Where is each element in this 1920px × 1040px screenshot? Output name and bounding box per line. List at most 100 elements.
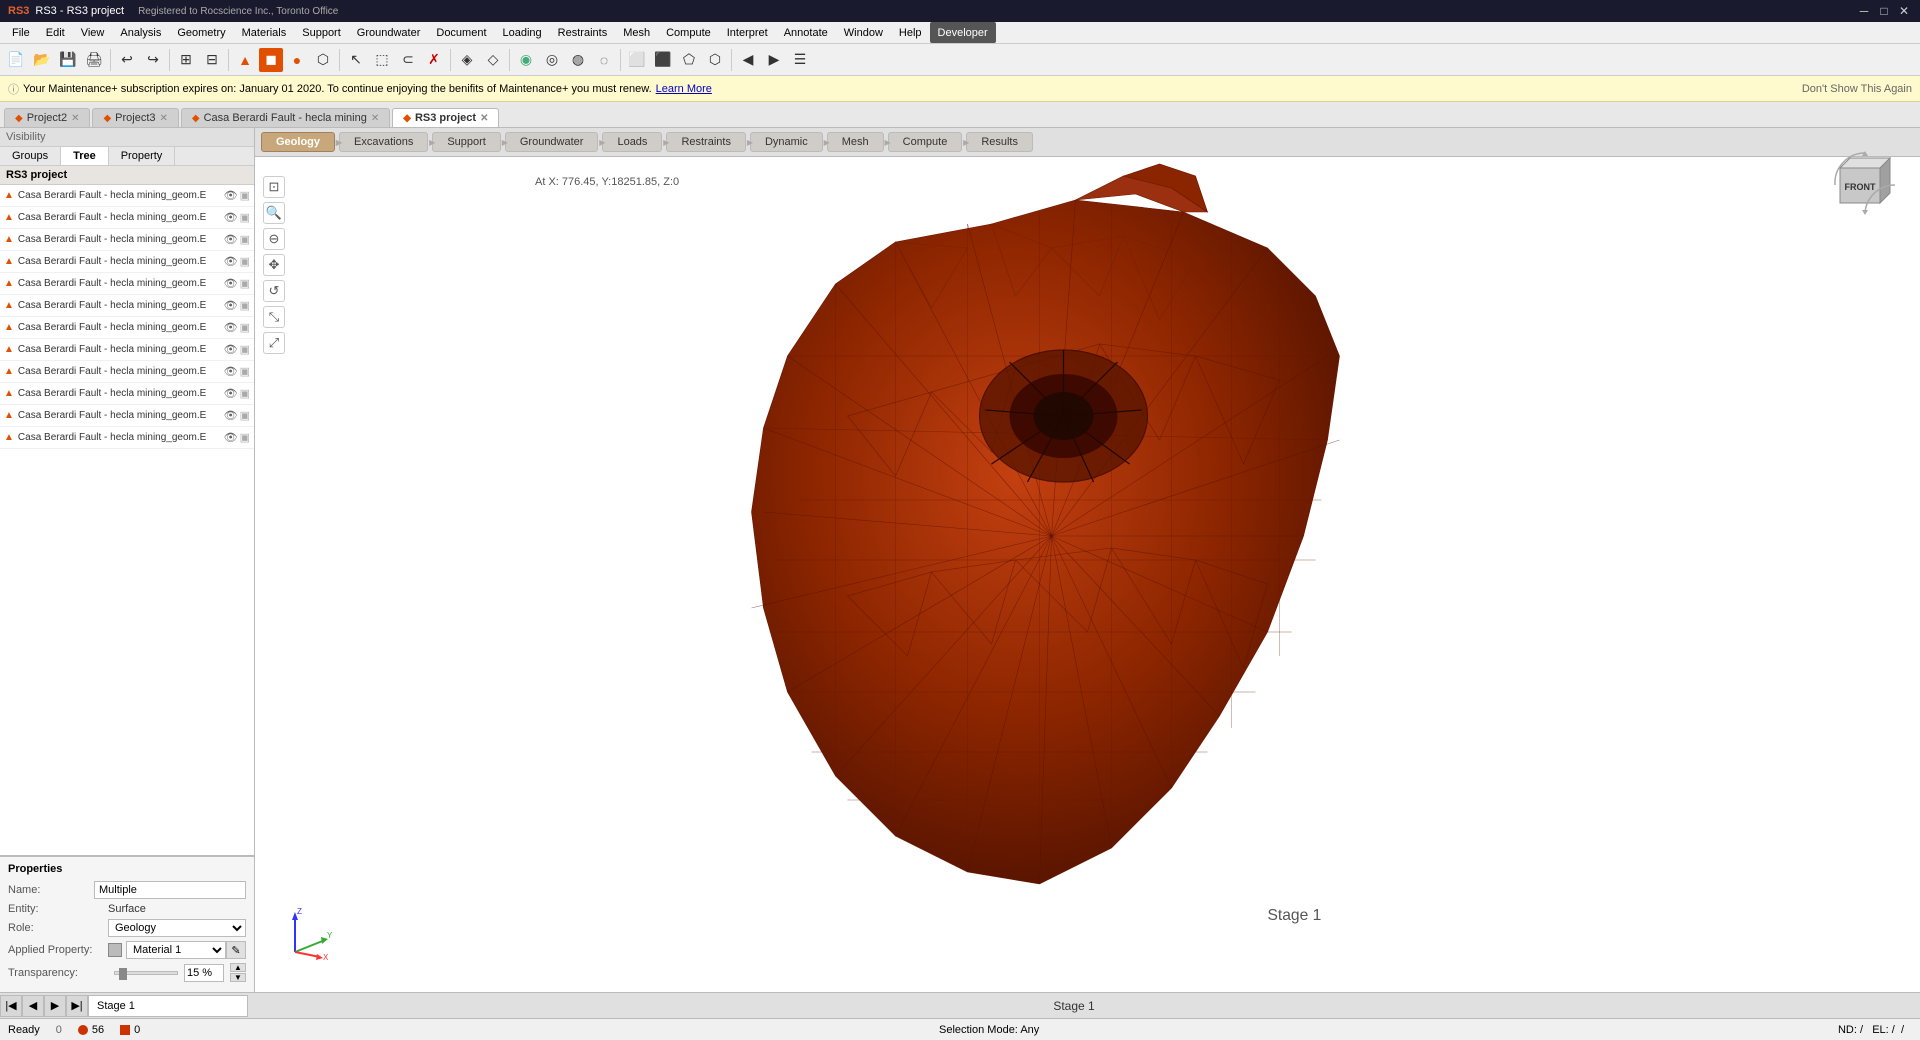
tb-view-front[interactable]: ⬛	[651, 48, 675, 72]
vis-tab-property[interactable]: Property	[109, 147, 176, 165]
menu-edit[interactable]: Edit	[38, 22, 73, 43]
tab-close-project3[interactable]: ✕	[160, 113, 168, 124]
prop-edit-button[interactable]: ✎	[226, 941, 246, 959]
vis-tab-tree[interactable]: Tree	[61, 147, 109, 165]
tb-mesh2[interactable]: ◇	[481, 48, 505, 72]
tb-view-iso[interactable]: ⬜	[625, 48, 649, 72]
tree-eye-toggle[interactable]: 👁	[224, 189, 238, 202]
tree-eye-toggle[interactable]: 👁	[224, 277, 238, 290]
tb-print[interactable]: 🖨	[82, 48, 106, 72]
tree-row[interactable]: ▲ Casa Berardi Fault - hecla mining_geom…	[0, 405, 254, 427]
tb-view2[interactable]: ⊟	[200, 48, 224, 72]
tb-undo[interactable]: ↩	[115, 48, 139, 72]
menu-window[interactable]: Window	[836, 22, 891, 43]
tree-row[interactable]: ▲ Casa Berardi Fault - hecla mining_geom…	[0, 251, 254, 273]
tb-view1[interactable]: ⊞	[174, 48, 198, 72]
tree-eye-toggle[interactable]: 👁	[224, 343, 238, 356]
menu-document[interactable]: Document	[428, 22, 494, 43]
prop-applied-select[interactable]: Material 1	[126, 941, 226, 959]
tb-redo[interactable]: ↪	[141, 48, 165, 72]
tb-geom3[interactable]: ●	[285, 48, 309, 72]
doc-tab-project2[interactable]: ◆ Project2 ✕	[4, 108, 90, 127]
menu-compute[interactable]: Compute	[658, 22, 719, 43]
tree-eye-toggle[interactable]: 👁	[224, 299, 238, 312]
stage-next[interactable]: ▶	[44, 995, 66, 1017]
menu-materials[interactable]: Materials	[234, 22, 295, 43]
menu-analysis[interactable]: Analysis	[112, 22, 169, 43]
notif-dismiss[interactable]: Don't Show This Again	[1802, 83, 1912, 95]
tree-row[interactable]: ▲ Casa Berardi Fault - hecla mining_geom…	[0, 185, 254, 207]
tb-select3[interactable]: ⊂	[396, 48, 420, 72]
prop-name-input[interactable]	[94, 881, 246, 899]
tree-eye-toggle[interactable]: 👁	[224, 233, 238, 246]
menu-help[interactable]: Help	[891, 22, 930, 43]
tb-render1[interactable]: ◉	[514, 48, 538, 72]
tb-open[interactable]: 📂	[30, 48, 54, 72]
doc-tab-rs3[interactable]: ◆ RS3 project ✕	[392, 108, 499, 127]
transparency-slider-thumb[interactable]	[119, 968, 127, 980]
transparency-pct-input[interactable]	[184, 964, 224, 982]
tree-row[interactable]: ▲ Casa Berardi Fault - hecla mining_geom…	[0, 383, 254, 405]
menu-mesh[interactable]: Mesh	[615, 22, 658, 43]
stage-name-input[interactable]	[88, 995, 248, 1017]
menu-annotate[interactable]: Annotate	[776, 22, 836, 43]
tb-render4[interactable]: ◌	[592, 48, 616, 72]
tree-eye-toggle[interactable]: 👁	[224, 255, 238, 268]
close-button[interactable]: ✕	[1896, 3, 1912, 19]
tab-close-hecla[interactable]: ✕	[371, 113, 379, 124]
tree-row[interactable]: ▲ Casa Berardi Fault - hecla mining_geom…	[0, 361, 254, 383]
transparency-slider-track[interactable]	[114, 971, 178, 975]
transparency-up[interactable]: ▲	[230, 963, 246, 972]
stage-prev[interactable]: ◀	[22, 995, 44, 1017]
tb-render2[interactable]: ◎	[540, 48, 564, 72]
tb-geom2[interactable]: ◼	[259, 48, 283, 72]
menu-groundwater[interactable]: Groundwater	[349, 22, 429, 43]
tb-view-3d[interactable]: ⬡	[703, 48, 727, 72]
prop-role-select[interactable]: Geology	[108, 919, 246, 937]
orientation-cube[interactable]: FRONT	[1830, 148, 1900, 218]
menu-interpret[interactable]: Interpret	[719, 22, 776, 43]
tree-list[interactable]: ▲ Casa Berardi Fault - hecla mining_geom…	[0, 185, 254, 855]
tb-stage-next[interactable]: ▶	[762, 48, 786, 72]
tb-stage3[interactable]: ☰	[788, 48, 812, 72]
3d-model-area[interactable]: Stage 1	[255, 128, 1920, 992]
tb-stage-prev[interactable]: ◀	[736, 48, 760, 72]
transparency-down[interactable]: ▼	[230, 973, 246, 982]
menu-developer[interactable]: Developer	[930, 22, 996, 43]
tree-eye-toggle[interactable]: 👁	[224, 409, 238, 422]
maximize-button[interactable]: □	[1876, 3, 1892, 19]
tb-new[interactable]: 📄	[4, 48, 28, 72]
tree-row[interactable]: ▲ Casa Berardi Fault - hecla mining_geom…	[0, 273, 254, 295]
vis-tab-groups[interactable]: Groups	[0, 147, 61, 165]
tree-eye-toggle[interactable]: 👁	[224, 387, 238, 400]
tree-eye-toggle[interactable]: 👁	[224, 321, 238, 334]
tree-row[interactable]: ▲ Casa Berardi Fault - hecla mining_geom…	[0, 207, 254, 229]
tb-render3[interactable]: ◍	[566, 48, 590, 72]
tree-row[interactable]: ▲ Casa Berardi Fault - hecla mining_geom…	[0, 427, 254, 449]
menu-geometry[interactable]: Geometry	[169, 22, 233, 43]
tree-row[interactable]: ▲ Casa Berardi Fault - hecla mining_geom…	[0, 295, 254, 317]
tree-row[interactable]: ▲ Casa Berardi Fault - hecla mining_geom…	[0, 229, 254, 251]
tree-eye-toggle[interactable]: 👁	[224, 431, 238, 444]
tb-geom4[interactable]: ⬡	[311, 48, 335, 72]
tree-row[interactable]: ▲ Casa Berardi Fault - hecla mining_geom…	[0, 339, 254, 361]
doc-tab-project3[interactable]: ◆ Project3 ✕	[92, 108, 178, 127]
stage-first[interactable]: |◀	[0, 995, 22, 1017]
tree-eye-toggle[interactable]: 👁	[224, 211, 238, 224]
stage-last[interactable]: ▶|	[66, 995, 88, 1017]
menu-loading[interactable]: Loading	[495, 22, 550, 43]
tb-select4[interactable]: ✗	[422, 48, 446, 72]
viewport[interactable]: Geology Excavations Support Groundwater …	[255, 128, 1920, 992]
notif-link[interactable]: Learn More	[656, 83, 712, 95]
tab-close-project2[interactable]: ✕	[71, 113, 79, 124]
menu-view[interactable]: View	[73, 22, 113, 43]
menu-restraints[interactable]: Restraints	[550, 22, 616, 43]
tree-eye-toggle[interactable]: 👁	[224, 365, 238, 378]
tab-close-rs3[interactable]: ✕	[480, 113, 488, 124]
tb-view-top[interactable]: ⬠	[677, 48, 701, 72]
doc-tab-hecla[interactable]: ◆ Casa Berardi Fault - hecla mining ✕	[181, 108, 390, 127]
tb-mesh1[interactable]: ◈	[455, 48, 479, 72]
menu-support[interactable]: Support	[294, 22, 349, 43]
minimize-button[interactable]: ─	[1856, 3, 1872, 19]
tree-row[interactable]: ▲ Casa Berardi Fault - hecla mining_geom…	[0, 317, 254, 339]
